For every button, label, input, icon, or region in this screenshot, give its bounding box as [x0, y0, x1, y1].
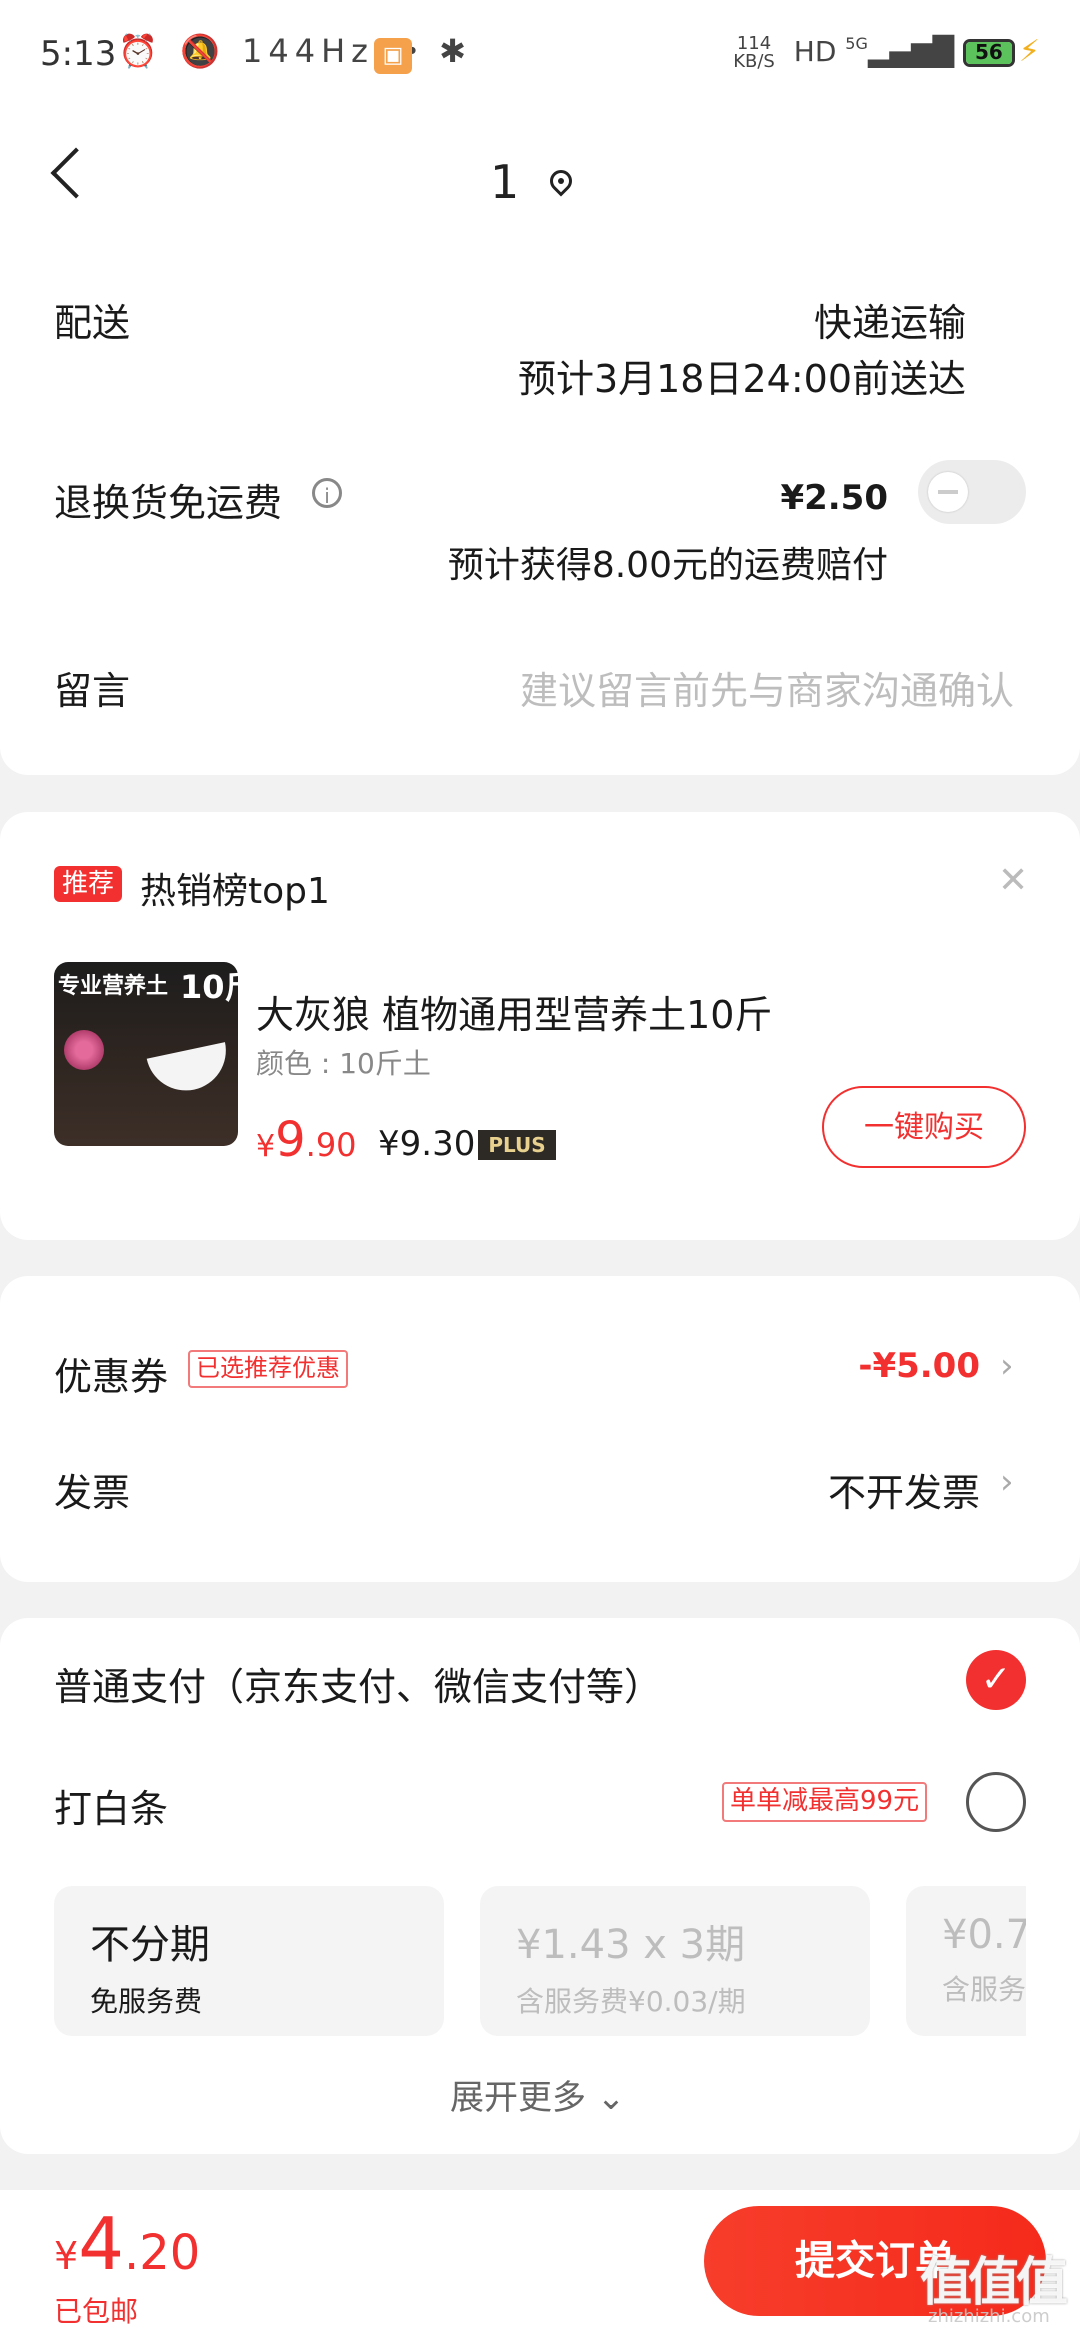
- status-right: 114 KB/S HD 5G▂▄▆█ 56 ⚡: [733, 34, 1040, 71]
- chevron-right-icon[interactable]: ›: [1000, 1462, 1014, 1502]
- network-type: 5G: [845, 34, 868, 53]
- coupon-value[interactable]: -¥5.00: [858, 1346, 980, 1386]
- charging-icon: ⚡: [1018, 34, 1040, 69]
- close-icon[interactable]: ✕: [998, 860, 1028, 901]
- shopping-bag-icon: ▣: [374, 38, 412, 74]
- return-shipping-note: 预计获得8.00元的运费赔付: [447, 545, 888, 586]
- status-time: 5:13: [40, 34, 117, 74]
- plus-price: ¥9.30: [378, 1124, 476, 1164]
- one-click-buy-button[interactable]: 一键购买: [822, 1086, 1026, 1168]
- plus-badge: PLUS: [478, 1130, 556, 1160]
- product-image-text: 专业营养土: [58, 974, 169, 999]
- flower-graphic: [64, 1030, 104, 1070]
- invoice-label: 发票: [54, 1471, 131, 1515]
- return-shipping-price: ¥2.50: [780, 478, 888, 518]
- invoice-value[interactable]: 不开发票: [828, 1462, 980, 1517]
- total-price: ¥4.20: [54, 2202, 201, 2286]
- coupon-tag: 已选推荐优惠: [188, 1350, 348, 1388]
- installment-option[interactable]: ¥0.7 含服务: [906, 1886, 1026, 2036]
- coupon-label: 优惠券: [54, 1355, 169, 1399]
- chevron-right-icon[interactable]: ›: [1000, 1346, 1014, 1386]
- product-price: ¥9.90: [256, 1112, 357, 1168]
- signal-icon: ▂▄▆█: [867, 35, 955, 68]
- product-name[interactable]: 大灰狼 植物通用型营养土10斤: [256, 984, 772, 1039]
- free-shipping-label: 已包邮: [54, 2295, 139, 2328]
- installment-option[interactable]: 不分期 免服务费: [54, 1886, 444, 2036]
- return-shipping-label: 退换货免运费: [54, 481, 283, 525]
- recommend-badge: 推荐: [54, 866, 123, 902]
- recommend-title: 热销榜top1: [140, 871, 330, 912]
- installment-plans: 不分期 免服务费 ¥1.43 x 3期 含服务费¥0.03/期 ¥0.7 含服务: [54, 1886, 1026, 2036]
- page-title: 1: [490, 155, 520, 209]
- status-left-icons: ⏰ 🔕 144Hz ✣ ✱: [118, 32, 472, 70]
- battery-icon: 56: [962, 39, 1015, 67]
- baitiao-label[interactable]: 打白条: [54, 1778, 168, 1833]
- radio-unchecked-icon[interactable]: [966, 1772, 1026, 1832]
- message-label: 留言: [54, 669, 131, 713]
- baitiao-tag: 单单减最高99元: [722, 1782, 928, 1822]
- watermark-site: zhizhizhi.com: [928, 2306, 1050, 2327]
- page-header: [0, 110, 1080, 260]
- discount-card: [0, 1276, 1080, 1582]
- hd-indicator: HD: [793, 35, 837, 68]
- location-pin-dot: [558, 178, 564, 184]
- delivery-eta: 预计3月18日24:00前送达: [517, 357, 966, 401]
- checkmark-icon[interactable]: ✓: [966, 1650, 1026, 1710]
- delivery-label: 配送: [54, 301, 131, 345]
- delivery-method[interactable]: 快递运输: [814, 292, 966, 347]
- info-icon[interactable]: i: [312, 478, 342, 508]
- expand-more-button[interactable]: 展开更多 ⌄: [450, 2070, 625, 2119]
- watermark-logo: 值值值: [920, 2253, 1068, 2313]
- minus-icon: [938, 490, 958, 494]
- network-speed: 114 KB/S: [733, 33, 775, 72]
- product-image-weight: 10斤: [180, 968, 257, 1006]
- product-color: 颜色 : 10斤土: [256, 1047, 431, 1080]
- message-input[interactable]: 建议留言前先与商家沟通确认: [520, 660, 1014, 715]
- installment-option[interactable]: ¥1.43 x 3期 含服务费¥0.03/期: [480, 1886, 870, 2036]
- normal-payment-label[interactable]: 普通支付（京东支付、微信支付等）: [54, 1656, 662, 1711]
